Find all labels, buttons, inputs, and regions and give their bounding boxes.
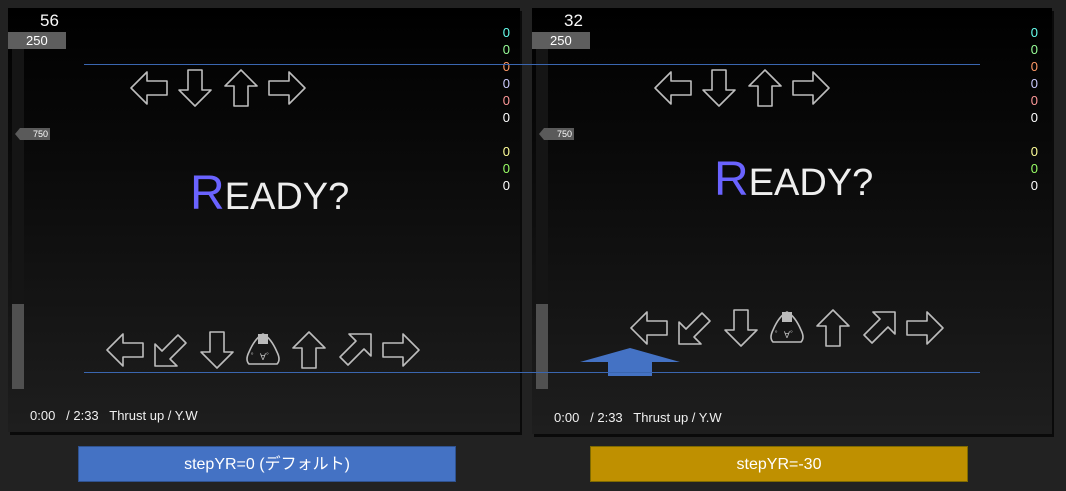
ready-rest: EADY?	[224, 176, 350, 218]
game-screen-left: 56 250 750 0 0 0 0 0 0 0 0 0 READY? ゜∀゜ 0:00 / 2…	[8, 8, 520, 432]
life-gauge-max: 250	[532, 32, 590, 49]
life-gauge	[12, 49, 24, 389]
ready-capital: R	[190, 167, 225, 220]
judgment-count: 0	[1030, 93, 1038, 108]
right-arrow-icon	[902, 308, 948, 348]
judgment-count: 0	[502, 178, 510, 193]
left-arrow-icon	[126, 68, 172, 108]
up-right-arrow-icon	[856, 308, 902, 348]
right-arrow-icon	[378, 330, 424, 370]
step-zone-bottom: ゜∀゜	[102, 330, 424, 370]
up-right-arrow-icon	[332, 330, 378, 370]
judgment-count: 0	[502, 144, 510, 159]
guide-line-top	[84, 64, 980, 65]
judgment-count: 0	[1030, 144, 1038, 159]
judgment-count: 0	[1030, 59, 1038, 74]
judgment-count: 0	[1030, 110, 1038, 125]
judgment-counters: 0 0 0 0 0 0 0 0 0	[490, 24, 510, 194]
step-zone-top	[650, 68, 834, 108]
down-arrow-icon	[696, 68, 742, 108]
caption-default: stepYR=0 (デフォルト)	[78, 446, 456, 482]
judgment-spacer	[490, 126, 510, 143]
caption-offset: stepYR=-30	[590, 446, 968, 482]
combo-count: 56	[40, 11, 59, 30]
judgment-count: 0	[1030, 76, 1038, 91]
left-arrow-icon	[626, 308, 672, 348]
up-arrow-icon	[218, 68, 264, 108]
judgment-count: 0	[502, 76, 510, 91]
life-gauge-marker: 750	[539, 128, 574, 140]
judgment-count: 0	[502, 110, 510, 125]
step-zone-bottom: ゜∀゜	[626, 308, 948, 348]
judgment-count: 0	[1030, 42, 1038, 57]
combo-count: 32	[564, 11, 583, 30]
guide-line-bottom	[84, 372, 980, 373]
life-gauge	[536, 49, 548, 389]
up-arrow-icon	[286, 330, 332, 370]
music-info: 0:00 / 2:33 Thrust up / Y.W	[30, 408, 198, 423]
step-zone-top	[126, 68, 310, 108]
right-arrow-icon	[264, 68, 310, 108]
life-gauge-fill	[12, 304, 24, 389]
left-arrow-icon	[102, 330, 148, 370]
judgment-count: 0	[1030, 161, 1038, 176]
judgment-count: 0	[502, 59, 510, 74]
up-arrow-icon	[742, 68, 788, 108]
ready-text: READY?	[714, 152, 873, 207]
left-arrow-icon	[650, 68, 696, 108]
judgment-counters: 0 0 0 0 0 0 0 0 0	[1018, 24, 1038, 194]
down-left-arrow-icon	[148, 330, 194, 370]
ready-rest: EADY?	[748, 162, 874, 204]
ready-capital: R	[714, 153, 749, 206]
svg-text:゜∀゜: ゜∀゜	[251, 352, 275, 363]
onigiri-icon: ゜∀゜	[240, 330, 286, 370]
right-arrow-icon	[788, 68, 834, 108]
judgment-count: 0	[1030, 178, 1038, 193]
judgment-count: 0	[1030, 25, 1038, 40]
down-arrow-icon	[194, 330, 240, 370]
svg-text:゜∀゜: ゜∀゜	[775, 330, 799, 341]
life-gauge-marker: 750	[15, 128, 50, 140]
judgment-spacer	[1018, 126, 1038, 143]
down-arrow-icon	[718, 308, 764, 348]
judgment-count: 0	[502, 161, 510, 176]
ready-text: READY?	[190, 166, 349, 221]
up-arrow-icon	[810, 308, 856, 348]
down-left-arrow-icon	[672, 308, 718, 348]
life-gauge-fill	[536, 304, 548, 389]
down-arrow-icon	[172, 68, 218, 108]
judgment-count: 0	[502, 25, 510, 40]
judgment-count: 0	[502, 42, 510, 57]
music-info: 0:00 / 2:33 Thrust up / Y.W	[554, 410, 722, 425]
onigiri-icon: ゜∀゜	[764, 308, 810, 348]
life-gauge-max: 250	[8, 32, 66, 49]
game-screen-right: 32 250 750 0 0 0 0 0 0 0 0 0 READY? ゜∀゜ 0:00 / 2…	[532, 8, 1052, 434]
judgment-count: 0	[502, 93, 510, 108]
